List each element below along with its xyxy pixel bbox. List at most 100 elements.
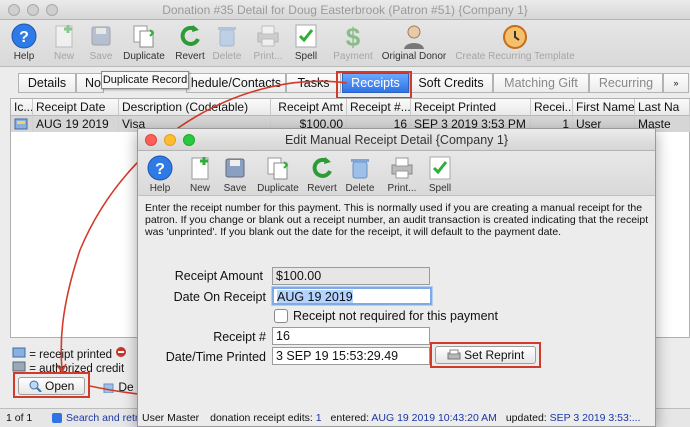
search-status-icon [52,413,62,423]
payment-button[interactable]: $ Payment [331,22,375,62]
status-edits-count: 1 [315,412,322,424]
spell-icon [429,156,451,180]
receipt-not-required-checkbox[interactable] [274,309,288,323]
delete-button[interactable]: Delete [210,22,244,62]
duplicate-tooltip: Duplicate Record [101,71,189,89]
dialog-instructions: Enter the receipt number for this paymen… [145,202,649,238]
svg-text:?: ? [155,161,165,178]
new-icon [191,157,209,180]
tab-notes[interactable]: No [76,73,104,93]
dialog-new-button[interactable]: New [182,154,218,194]
column-header[interactable]: Receipt Amt [271,99,347,116]
tab-overflow-chevron[interactable]: » [663,73,689,93]
tab-tasks[interactable]: Tasks [286,73,341,93]
duplicate-icon [267,157,289,180]
column-header[interactable]: Receipt #... [347,99,411,116]
column-header[interactable]: Receipt Date [33,99,119,116]
column-header[interactable]: Description (Codetable) [119,99,271,116]
dialog-status-bar: User Master donation receipt edits: 1 en… [138,410,655,427]
delete-icon [351,159,369,179]
reprint-icon [447,349,461,360]
revert-icon [180,25,200,46]
column-header[interactable]: Last Na [635,99,690,116]
receipt-number-field[interactable]: 16 [272,327,430,345]
date-on-receipt-label: Date On Receipt [173,290,266,304]
search-status-text[interactable]: Search and retri [66,409,141,427]
dialog-duplicate-button[interactable]: Duplicate [254,154,302,194]
date-on-receipt-field[interactable]: AUG 19 2019 [272,287,432,305]
help-button[interactable]: ? Help [6,22,42,62]
print-icon [257,25,279,47]
search-icon [29,380,42,393]
spell-icon [295,24,317,48]
set-reprint-button[interactable]: Set Reprint [435,346,536,364]
dialog-revert-button[interactable]: Revert [304,154,340,194]
dialog-help-button[interactable]: ? Help [142,154,178,194]
receipts-tab-highlight [336,71,412,99]
delete-button-partial[interactable]: De [102,380,134,394]
dialog-print-button[interactable]: Print... [384,154,420,194]
clock-icon [503,25,527,49]
save-icon [91,26,111,46]
revert-button[interactable]: Revert [172,22,208,62]
dialog-save-button[interactable]: Save [218,154,252,194]
authorized-credit-icon [12,361,26,372]
column-header[interactable]: Receipt Printed [411,99,531,116]
delete-icon [103,383,114,394]
receipt-amount-field: $100.00 [272,267,430,285]
status-entered-label: entered: [330,412,370,424]
new-button[interactable]: New [46,22,82,62]
receipt-amount-label: Receipt Amount [174,269,263,283]
tab-recurring[interactable]: Recurring [589,73,663,93]
svg-text:$: $ [346,22,361,50]
status-updated-value: SEP 3 2019 3:53:... [549,412,641,424]
legend: = receipt printed = authorized credit [12,346,127,375]
no-entry-icon [116,347,127,357]
dialog-toolbar: ? Help New Save Duplicate Revert Delete … [138,151,655,196]
dialog-spell-button[interactable]: Spell [424,154,456,194]
status-entered-value: AUG 19 2019 10:43:20 AM [371,412,497,424]
tab-soft-credits[interactable]: Soft Credits [409,73,493,93]
receipt-printed-icon [12,347,26,358]
tab-matching-gift[interactable]: Matching Gift [493,73,589,93]
dialog-delete-button[interactable]: Delete [342,154,378,194]
status-user: User Master [142,412,200,424]
tab-schedule-contacts[interactable]: hedule/Contacts [186,73,286,93]
svg-text:?: ? [19,29,29,46]
receipt-number-label: Receipt # [213,330,266,344]
revert-icon [312,157,332,178]
save-icon [225,158,245,178]
main-toolbar: ? Help New Save Duplicate Revert Delete … [0,20,690,67]
edit-receipt-dialog: Edit Manual Receipt Detail {Company 1} ?… [137,128,656,427]
row-icon-cell [11,116,33,132]
original-donor-button[interactable]: Original Donor [379,22,449,62]
column-header[interactable]: Recei... [531,99,573,116]
save-button[interactable]: Save [84,22,118,62]
tab-details[interactable]: Details [18,73,76,93]
dialog-title-bar: Edit Manual Receipt Detail {Company 1} [138,129,655,151]
duplicate-button[interactable]: Duplicate [121,22,167,62]
original-donor-icon [404,25,424,49]
payment-icon: $ [346,22,361,50]
column-header[interactable]: First Name [573,99,635,116]
status-updated-label: updated: [505,412,547,424]
receipt-not-required-label[interactable]: Receipt not required for this payment [293,309,498,323]
new-icon [55,25,73,48]
help-icon: ? [147,155,173,181]
date-time-printed-label: Date/Time Printed [165,350,266,364]
window-title: Donation #35 Detail for Doug Easterbrook… [162,3,528,17]
legend-printed: = receipt printed [12,346,127,361]
duplicate-icon [133,25,155,48]
receipt-printed-icon [14,118,28,130]
main-title-bar: Donation #35 Detail for Doug Easterbrook… [0,0,690,20]
date-time-printed-field[interactable]: 3 SEP 19 15:53:29.49 [272,347,430,365]
spell-button[interactable]: Spell [290,22,322,62]
create-recurring-template-button[interactable]: Create Recurring Template [452,22,578,62]
cell-receipt-date: AUG 19 2019 [33,116,119,132]
print-icon [391,157,413,179]
column-header[interactable]: Ic... [11,99,33,116]
print-button[interactable]: Print... [250,22,286,62]
delete-icon [218,27,236,47]
open-button[interactable]: Open [18,377,85,395]
dialog-title: Edit Manual Receipt Detail {Company 1} [284,133,509,147]
